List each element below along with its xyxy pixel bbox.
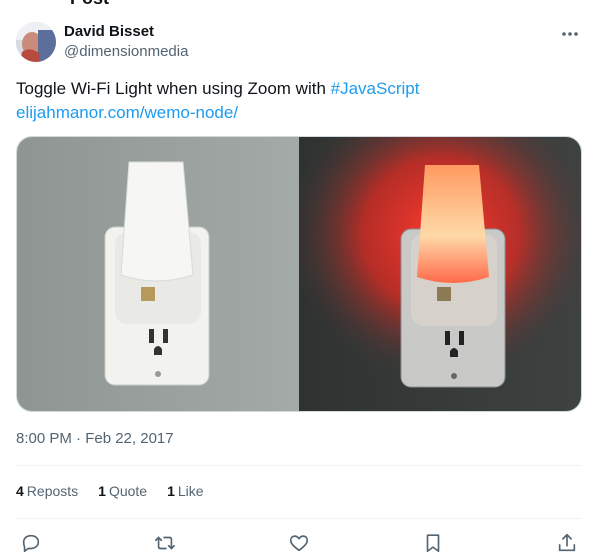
divider [16,465,582,466]
author-name[interactable]: David Bisset [64,23,154,40]
reposts-stat[interactable]: 4 Reposts [16,483,78,499]
tweet-text: Toggle Wi-Fi Light when using Zoom with … [16,77,576,125]
tweet-text-body: Toggle Wi-Fi Light when using Zoom with [16,79,331,98]
share-icon[interactable] [554,530,580,556]
likes-label: Like [177,483,204,499]
hashtag-link[interactable]: #JavaScript [331,79,420,98]
external-link[interactable]: elijahmanor.com/wemo-node/ [16,103,238,122]
reposts-count: 4 [16,483,24,499]
likes-count: 1 [167,483,175,499]
quotes-count: 1 [98,483,106,499]
repost-icon[interactable] [152,530,178,556]
reposts-label: Reposts [26,483,79,499]
avatar[interactable] [16,22,56,62]
page-header-title: Post [70,0,109,9]
tweet-actions [16,530,582,556]
likes-stat[interactable]: 1 Like [167,483,203,499]
tweet-author: David Bisset @dimensionmedia [16,22,582,64]
like-heart-icon[interactable] [286,530,312,556]
bookmark-icon[interactable] [420,530,446,556]
author-handle[interactable]: @dimensionmedia [64,43,188,60]
more-horizontal-icon[interactable] [558,24,582,44]
tweet-timestamp[interactable]: 8:00 PM · Feb 22, 2017 [16,430,174,447]
tweet-stats: 4 Reposts 1 Quote 1 Like [16,483,224,499]
quotes-label: Quote [108,483,148,499]
quotes-stat[interactable]: 1 Quote [98,483,147,499]
reply-icon[interactable] [18,530,44,556]
tweet-media-photo[interactable] [16,136,582,412]
divider [16,518,582,519]
